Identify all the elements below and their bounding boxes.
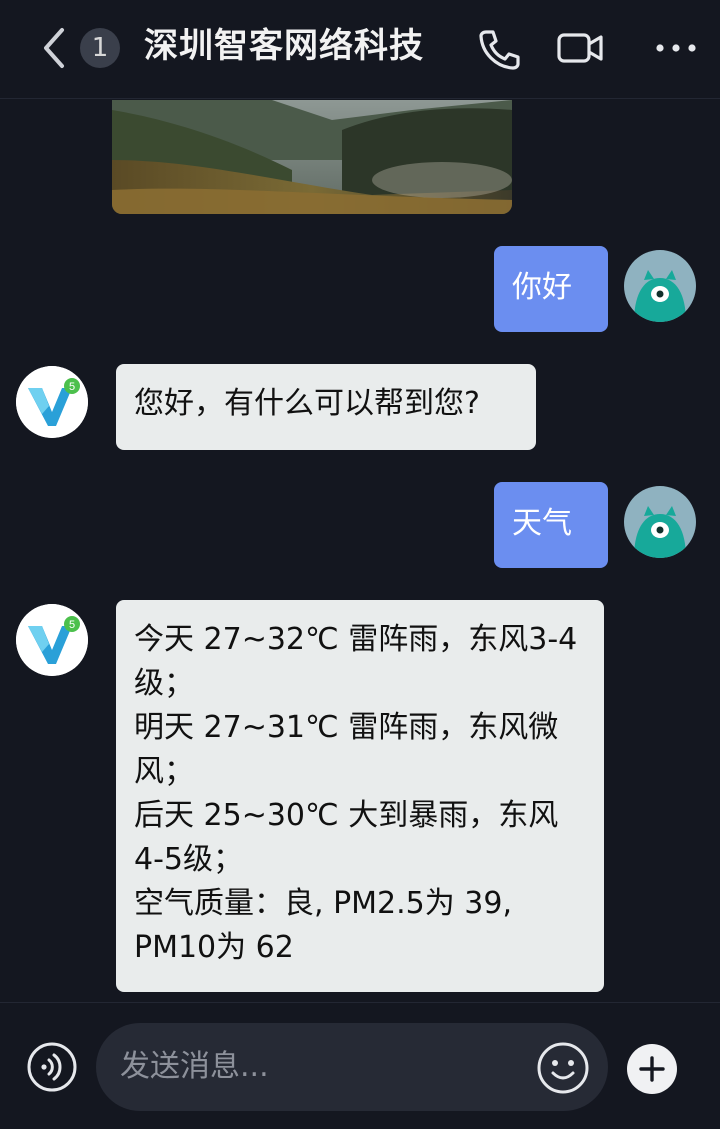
image-message[interactable] (112, 100, 512, 214)
v-logo-icon: 5 (16, 366, 88, 438)
chat-title: 深圳智客网络科技 (144, 26, 424, 66)
weather-line: 4-5级； (134, 842, 243, 877)
message-input[interactable]: 发送消息... (96, 1023, 608, 1111)
message-bubble-incoming[interactable]: 您好，有什么可以帮到您? (116, 364, 536, 450)
composer-bar: 发送消息... (0, 1002, 720, 1129)
v-logo-icon: 5 (16, 604, 88, 676)
phone-icon[interactable] (474, 24, 522, 72)
svg-text:5: 5 (69, 619, 75, 631)
unread-badge: 1 (80, 28, 120, 68)
video-call-icon[interactable] (556, 24, 604, 72)
weather-message-bubble[interactable]: 今天 27~32℃ 雷阵雨，东风3-4 级； 明天 27~31℃ 雷阵雨，东风微… (116, 600, 604, 992)
landscape-photo (112, 100, 512, 214)
message-text: 您好，有什么可以帮到您? (134, 386, 480, 421)
weather-line: 今天 27~32℃ 雷阵雨，东风3-4 (134, 622, 578, 657)
more-icon[interactable] (652, 24, 700, 72)
chat-header: 1 深圳智客网络科技 (0, 0, 720, 99)
user-avatar[interactable] (624, 486, 696, 558)
user-avatar[interactable] (624, 250, 696, 322)
bot-avatar[interactable]: 5 (16, 604, 88, 676)
voice-icon[interactable] (26, 1041, 78, 1093)
plus-icon[interactable] (626, 1043, 678, 1095)
bot-avatar[interactable]: 5 (16, 366, 88, 438)
svg-text:5: 5 (69, 381, 75, 393)
weather-line: 空气质量：良, PM2.5为 39, (134, 886, 513, 921)
weather-line: 明天 27~31℃ 雷阵雨，东风微 (134, 710, 559, 745)
message-text: 天气 (512, 506, 572, 541)
monster-avatar-icon (624, 250, 696, 322)
monster-avatar-icon (624, 486, 696, 558)
message-input-placeholder: 发送消息... (120, 1049, 269, 1084)
emoji-icon[interactable] (536, 1041, 590, 1095)
weather-line: PM10为 62 (134, 930, 294, 965)
weather-line: 后天 25~30℃ 大到暴雨，东风 (134, 798, 559, 833)
weather-line: 级； (134, 666, 194, 701)
message-bubble-outgoing[interactable]: 你好 (494, 246, 608, 332)
message-text: 你好 (512, 270, 572, 305)
back-icon[interactable] (36, 26, 72, 70)
message-bubble-outgoing[interactable]: 天气 (494, 482, 608, 568)
weather-line: 风； (134, 754, 194, 789)
